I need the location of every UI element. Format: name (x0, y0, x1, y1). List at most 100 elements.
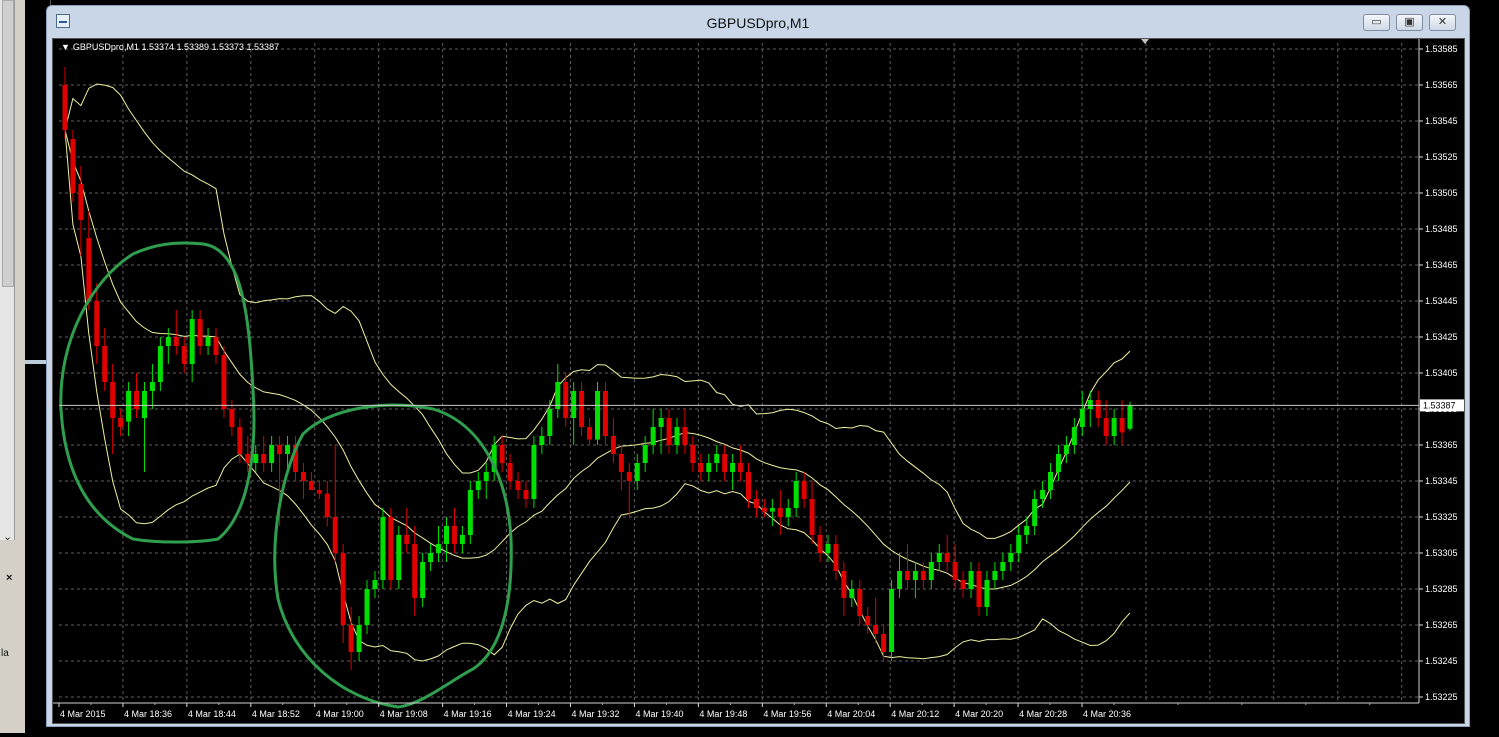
chart-canvas[interactable]: 1.53585 1.53565 1.53545 1.53525 1.53505 1.534… (53, 39, 1464, 723)
candle-body (571, 391, 577, 418)
candle-body (1103, 418, 1109, 436)
candle (897, 553, 903, 598)
candle (499, 436, 505, 472)
x-tick-label: 4 Mar 19:48 (699, 709, 747, 719)
candle-body (801, 481, 807, 499)
candle-body (873, 625, 879, 634)
candle-body (364, 589, 370, 625)
candle (141, 382, 147, 472)
candle (110, 364, 116, 454)
candle (451, 508, 457, 553)
candle (420, 553, 426, 607)
candle-body (459, 535, 465, 544)
candle (769, 499, 775, 526)
candle-body (173, 337, 179, 346)
background-chart-window (1470, 0, 1499, 733)
x-tick-label: 4 Mar 19:00 (316, 709, 364, 719)
candle-body (579, 391, 585, 427)
candle (1000, 553, 1006, 580)
background-scrollbar[interactable] (0, 0, 15, 540)
candle (904, 544, 910, 589)
candle (523, 481, 529, 508)
y-tick-label: 1.53265 (1425, 620, 1458, 630)
candle (658, 409, 664, 454)
candle (801, 472, 807, 508)
candle (396, 526, 402, 589)
candle (841, 562, 847, 616)
candle-body (436, 544, 442, 553)
dropdown-triangle-icon[interactable]: ▼ (61, 42, 70, 52)
candle-body (674, 427, 680, 445)
candle (666, 409, 672, 454)
candle-body (841, 571, 847, 598)
candle (634, 454, 640, 490)
candle-body (141, 391, 147, 418)
candle-body (213, 337, 219, 355)
candle-body (912, 571, 918, 580)
candle-body (126, 391, 132, 422)
candle-body (189, 319, 195, 364)
candle (809, 481, 815, 544)
y-tick-label: 1.53465 (1425, 260, 1458, 270)
candle-body (269, 445, 275, 463)
candle-body (658, 418, 664, 427)
x-tick-label: 4 Mar 18:36 (124, 709, 172, 719)
candle-body (420, 562, 426, 598)
candle-body (1119, 418, 1125, 433)
candle-body (976, 571, 982, 607)
y-tick-label: 1.53345 (1425, 476, 1458, 486)
candle-body (332, 517, 338, 553)
candle (833, 535, 839, 580)
candle-body (285, 445, 291, 454)
chevron-down-icon[interactable]: ⌄ (3, 530, 12, 543)
symbol-ohlc-text: GBPUSDpro,M1 1.53374 1.53389 1.53373 1.5… (72, 42, 280, 52)
chart-window[interactable]: GBPUSDpro,M1 ▭ ▣ ✕ 1.53585 1.53565 1.53545… (46, 5, 1470, 727)
candle-body (602, 391, 608, 436)
candle (690, 436, 696, 472)
candle-body (1055, 454, 1061, 472)
x-tick-label: 4 Mar 19:56 (763, 709, 811, 719)
candle-body (245, 454, 251, 463)
candle (1055, 445, 1061, 481)
price-chart[interactable]: 1.53585 1.53565 1.53545 1.53525 1.53505 1.534… (52, 38, 1465, 724)
candle-body (1048, 472, 1054, 490)
candle (626, 463, 632, 517)
candle-body (340, 553, 346, 625)
candle-body (1079, 409, 1085, 427)
candle (531, 436, 537, 508)
candle (380, 508, 386, 589)
candle (587, 418, 593, 445)
candle-body (428, 553, 434, 562)
candle (714, 445, 720, 472)
candle (849, 580, 855, 607)
close-icon[interactable]: × (6, 572, 12, 584)
scrollbar-thumb[interactable] (2, 0, 14, 287)
chart-shift-marker-icon[interactable] (1141, 39, 1149, 44)
restore-button[interactable]: ▣ (1396, 14, 1423, 31)
candle-body (1008, 553, 1014, 562)
minimize-button[interactable]: ▭ (1363, 14, 1390, 31)
candle-body (698, 463, 704, 472)
candle (388, 508, 394, 589)
title-bar[interactable]: GBPUSDpro,M1 ▭ ▣ ✕ (47, 6, 1469, 37)
candle (316, 481, 322, 499)
candle-body (1024, 526, 1030, 535)
candle (912, 562, 918, 598)
close-button[interactable]: ✕ (1429, 14, 1456, 31)
candle (746, 463, 752, 508)
y-tick-label: 1.53565 (1425, 80, 1458, 90)
candle (94, 283, 100, 364)
candle-body (817, 535, 823, 553)
y-tick-label: 1.53225 (1425, 692, 1458, 702)
candle-body (483, 472, 489, 481)
candle-body (634, 463, 640, 481)
y-tick-label: 1.53445 (1425, 296, 1458, 306)
candle-body (722, 454, 728, 472)
candle (642, 436, 648, 472)
candle-body (595, 391, 600, 440)
candle (126, 382, 132, 436)
candle-body (165, 337, 171, 346)
candle-body (499, 445, 505, 463)
candle (817, 526, 823, 562)
candle-body (467, 490, 473, 535)
